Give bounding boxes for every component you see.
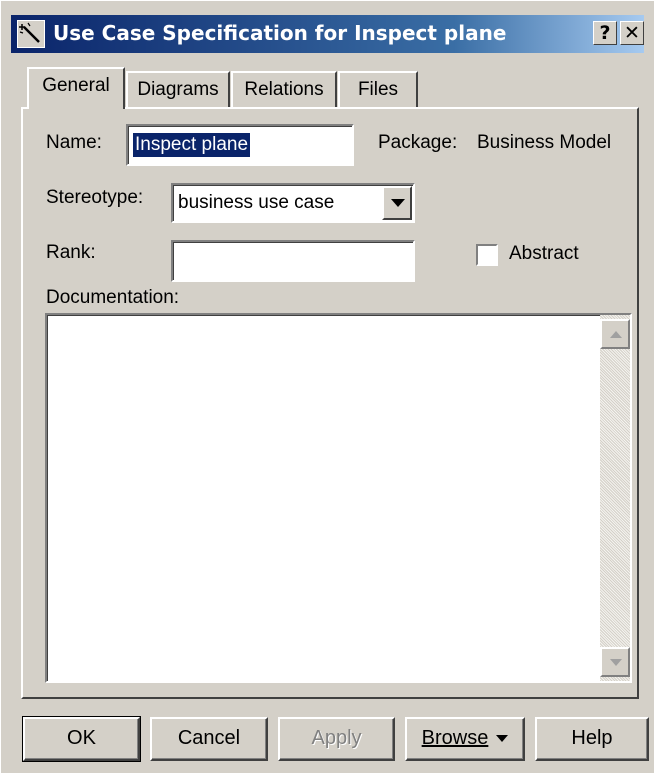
- use-case-specification-dialog: Use Case Specification for Inspect plane…: [0, 0, 655, 774]
- help-button[interactable]: Help: [535, 717, 649, 761]
- tab-relations[interactable]: Relations: [231, 71, 337, 107]
- stereotype-selected-value: business use case: [178, 192, 335, 213]
- window-title: Use Case Specification for Inspect plane: [53, 21, 507, 45]
- title-bar[interactable]: Use Case Specification for Inspect plane…: [11, 15, 644, 53]
- wand-icon: [17, 20, 45, 48]
- package-label: Package:: [378, 132, 458, 153]
- documentation-textarea[interactable]: [45, 313, 632, 683]
- stereotype-dropdown[interactable]: business use case: [171, 183, 415, 223]
- tab-files[interactable]: Files: [338, 71, 418, 107]
- browse-label: Browse: [421, 727, 489, 749]
- scroll-down-button[interactable]: [600, 647, 630, 677]
- chevron-down-icon: [496, 735, 509, 743]
- abstract-label[interactable]: Abstract: [509, 243, 579, 265]
- close-icon: ✕: [624, 22, 640, 44]
- arrow-down-icon: [610, 659, 622, 666]
- abstract-checkbox[interactable]: [476, 244, 498, 266]
- apply-button[interactable]: Apply: [278, 717, 395, 761]
- stereotype-label: Stereotype:: [46, 187, 144, 208]
- ok-button[interactable]: OK: [22, 716, 141, 762]
- cancel-button[interactable]: Cancel: [150, 717, 268, 761]
- help-title-button[interactable]: ?: [593, 21, 617, 45]
- close-button[interactable]: ✕: [620, 21, 644, 45]
- rank-field[interactable]: [171, 240, 415, 282]
- tab-general[interactable]: General: [27, 67, 125, 109]
- documentation-label: Documentation:: [46, 287, 180, 308]
- stereotype-dropdown-button[interactable]: [382, 186, 412, 220]
- rank-label: Rank:: [46, 242, 96, 263]
- tab-diagrams[interactable]: Diagrams: [126, 71, 230, 107]
- documentation-scrollbar[interactable]: [600, 315, 630, 681]
- chevron-down-icon: [391, 199, 405, 207]
- package-value: Business Model: [477, 132, 612, 153]
- scroll-up-button[interactable]: [600, 319, 630, 349]
- browse-button[interactable]: Browse: [405, 717, 525, 761]
- name-label: Name:: [46, 132, 102, 153]
- name-field-selected-text: Inspect plane: [131, 132, 252, 158]
- arrow-up-icon: [610, 331, 622, 338]
- name-field[interactable]: Inspect plane: [126, 124, 354, 166]
